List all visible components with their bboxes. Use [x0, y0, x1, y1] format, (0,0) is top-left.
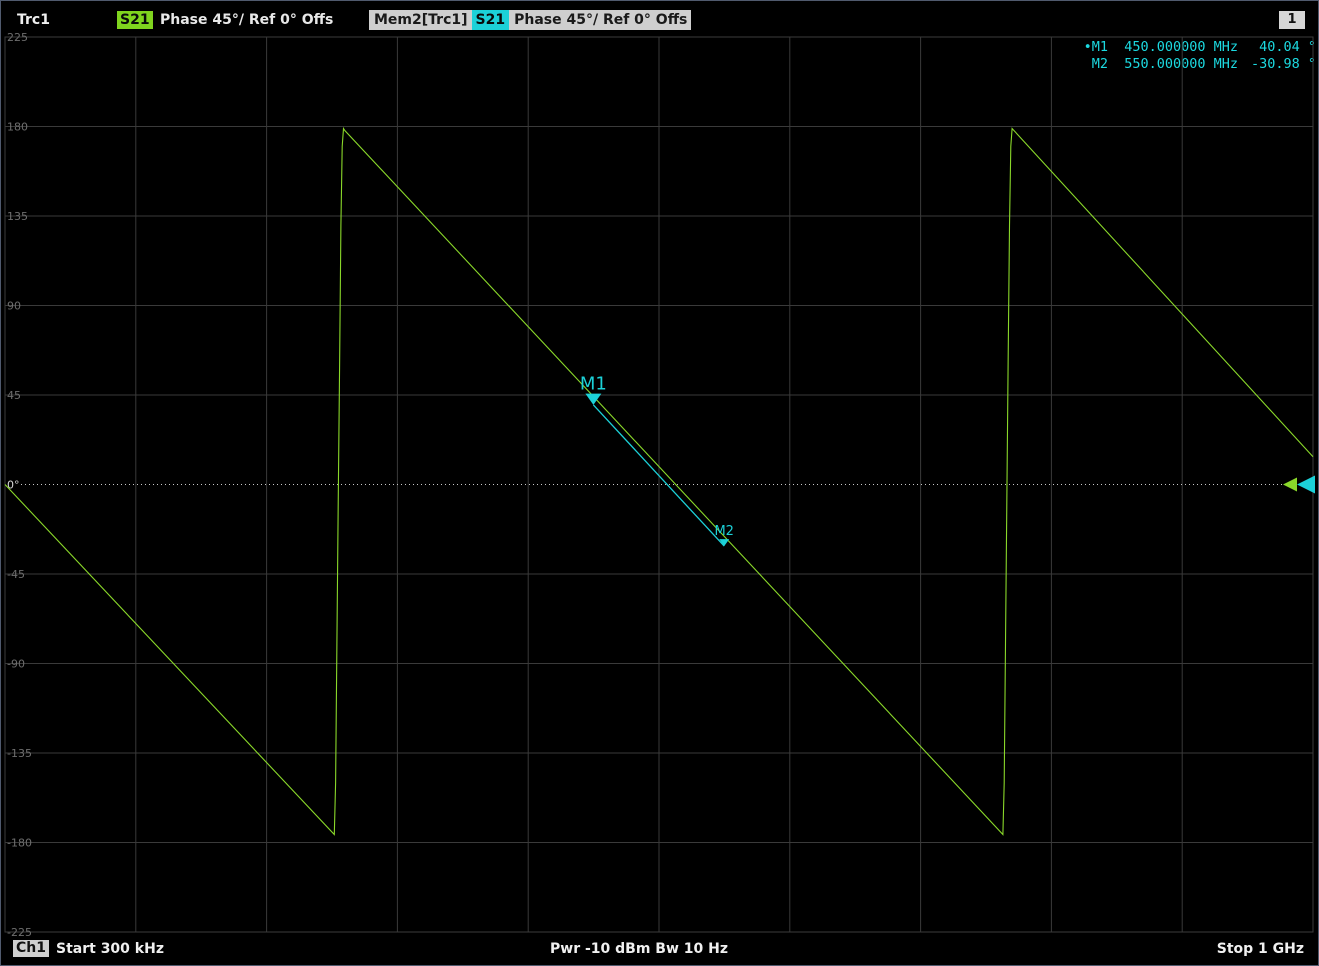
marker-label-m1: M1: [580, 374, 607, 395]
y-tick-label: 90: [7, 300, 21, 313]
y-tick-label: 0°: [7, 479, 20, 492]
stop-frequency-label[interactable]: Stop 1 GHz: [1217, 937, 1304, 961]
y-tick-label: -180: [7, 837, 32, 850]
memory-ref-arrow-icon: [1297, 475, 1315, 494]
trace-ref-arrow-icon: [1283, 477, 1297, 492]
marker-label-m2: M2: [714, 524, 734, 539]
phase-diagram[interactable]: 22518013590450°-45-90-135-180-225M1M2: [0, 0, 1319, 966]
y-tick-label: 180: [7, 121, 28, 134]
y-tick-label: -45: [7, 568, 25, 581]
power-bandwidth-label[interactable]: Pwr -10 dBm Bw 10 Hz: [550, 937, 728, 961]
y-tick-label: 135: [7, 210, 28, 223]
y-tick-label: -135: [7, 747, 32, 760]
channel-badge[interactable]: Ch1: [13, 940, 49, 957]
y-tick-label: 225: [7, 31, 28, 44]
channel-status-bar: Ch1 Start 300 kHz Pwr -10 dBm Bw 10 Hz S…: [0, 937, 1319, 961]
y-tick-label: -90: [7, 658, 25, 671]
y-tick-label: 45: [7, 389, 21, 402]
start-frequency-label[interactable]: Start 300 kHz: [56, 937, 164, 961]
